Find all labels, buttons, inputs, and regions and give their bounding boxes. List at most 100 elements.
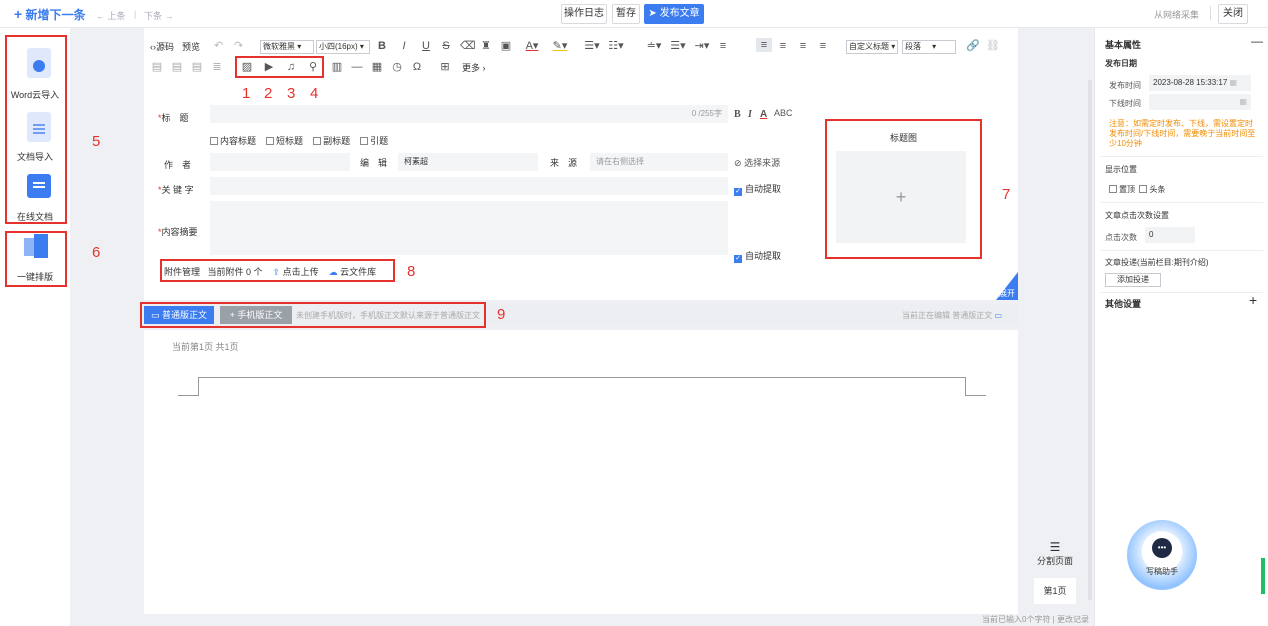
special-char-icon[interactable]: Ω: [410, 60, 424, 74]
keyword-label: *关 键 字: [158, 185, 194, 195]
scroll-indicator[interactable]: [1261, 558, 1265, 594]
click-settings-label: 文章点击次数设置: [1105, 211, 1169, 220]
annotation-box-7: [825, 119, 982, 259]
template-icon[interactable]: ▥: [330, 60, 344, 74]
title-options: 内容标题 短标题 副标题 引题: [210, 134, 388, 147]
clipboard-icon[interactable]: ▣: [500, 39, 512, 53]
font-size-select[interactable]: 小四(16px) ▾: [316, 40, 370, 54]
indent-icon[interactable]: ⇥▾: [692, 39, 712, 53]
table-icon[interactable]: ⊞: [438, 60, 452, 74]
publish-time-input[interactable]: 2023-08-28 15:33:17 ▦: [1149, 75, 1251, 91]
ordered-list-icon[interactable]: ☰▾: [582, 39, 602, 53]
redo-icon[interactable]: ↷: [234, 39, 243, 53]
expand-plus-icon[interactable]: +: [1249, 292, 1257, 308]
line-height-icon[interactable]: ≐▾: [644, 39, 664, 53]
annotation-box-1-4: [235, 56, 324, 78]
undo-icon[interactable]: ↶: [214, 39, 223, 53]
calendar-icon: ▦: [1229, 78, 1238, 87]
strikethrough-icon[interactable]: S: [440, 39, 452, 53]
bold-icon[interactable]: B: [376, 39, 388, 53]
paragraph-select[interactable]: 段落 ▾: [902, 40, 956, 54]
title-italic-icon[interactable]: I: [748, 108, 752, 122]
new-next-button[interactable]: + 新增下一条: [14, 6, 86, 23]
annotation-7: 7: [1002, 186, 1011, 203]
link-icon[interactable]: 🔗: [966, 39, 980, 53]
source-input[interactable]: 请在右侧选择: [590, 153, 728, 171]
divider: |: [134, 9, 137, 19]
web-collect-link[interactable]: 从网络采集: [1154, 8, 1199, 21]
spellcheck-icon[interactable]: ABC: [774, 106, 793, 120]
expand-label[interactable]: 展开: [999, 288, 1015, 299]
click-count-input[interactable]: 0: [1145, 227, 1195, 243]
title-color-icon[interactable]: A: [760, 108, 767, 122]
next-button[interactable]: 下条 →: [144, 9, 174, 22]
annotation-6: 6: [92, 244, 101, 261]
collapse-icon[interactable]: —: [1251, 34, 1263, 48]
author-label: 作 者: [164, 160, 192, 170]
divider: [1210, 6, 1211, 20]
unlink-icon[interactable]: ⛓: [986, 39, 1000, 53]
lead-title-checkbox[interactable]: 引题: [360, 136, 388, 146]
underline-icon[interactable]: U: [420, 39, 432, 53]
main-scrollbar[interactable]: [1088, 80, 1092, 600]
unordered-list-icon[interactable]: ☷▾: [606, 39, 626, 53]
title-bold-icon[interactable]: B: [734, 108, 741, 122]
headline-checkbox[interactable]: 头条: [1139, 185, 1165, 194]
outdent-icon[interactable]: ≡: [716, 39, 730, 53]
other-settings-title: 其他设置: [1105, 299, 1142, 309]
keyword-auto-extract-checkbox[interactable]: ✓ 自动提取: [734, 182, 781, 196]
align-left-icon[interactable]: ≡: [756, 38, 772, 52]
justify-icon[interactable]: ≡: [816, 39, 830, 53]
subtitle-checkbox[interactable]: 副标题: [313, 136, 350, 146]
page-1-button[interactable]: 第1页: [1034, 578, 1076, 604]
add-deliver-button[interactable]: 添加投递: [1105, 273, 1161, 287]
format-painter-icon[interactable]: ♜: [480, 39, 492, 53]
highlight-icon[interactable]: ✎▾: [550, 39, 570, 53]
float-left-icon[interactable]: ▤: [150, 60, 164, 74]
split-page-button[interactable]: ☰ 分割页面: [1034, 540, 1076, 567]
annotation-box-5: [5, 35, 67, 224]
title-input[interactable]: 0 /255字: [210, 105, 728, 123]
italic-icon[interactable]: I: [398, 39, 410, 53]
time-icon[interactable]: ◷: [390, 60, 404, 74]
summary-auto-extract-checkbox[interactable]: ✓ 自动提取: [734, 249, 781, 263]
save-draft-button[interactable]: 暂存: [612, 4, 640, 24]
content-title-checkbox[interactable]: 内容标题: [210, 136, 256, 146]
short-title-checkbox[interactable]: 短标题: [266, 136, 303, 146]
author-input[interactable]: [210, 153, 350, 171]
click-count-label: 点击次数: [1105, 233, 1137, 242]
properties-panel: 基本属性 — 发布日期 发布时间 2023-08-28 15:33:17 ▦ 下…: [1094, 28, 1268, 626]
writing-assistant-button[interactable]: ••• 写稿助手: [1127, 520, 1197, 590]
prev-button[interactable]: ← 上条: [96, 9, 126, 22]
align-right-icon[interactable]: ≡: [796, 39, 810, 53]
horizontal-rule-icon[interactable]: —: [350, 60, 364, 74]
pin-top-checkbox[interactable]: 置顶: [1109, 185, 1135, 194]
body-editor[interactable]: 当前第1页 共1页: [144, 330, 1018, 614]
choose-source-button[interactable]: ⊘ 选择来源: [734, 156, 780, 169]
preview-button[interactable]: 预览: [182, 40, 200, 54]
summary-textarea[interactable]: [210, 201, 728, 255]
float-none-icon[interactable]: ▤: [170, 60, 184, 74]
keyword-input[interactable]: [210, 177, 728, 195]
date-icon[interactable]: ▦: [370, 60, 384, 74]
calendar-icon: ▦: [1239, 97, 1247, 106]
editor-input[interactable]: 柯素超: [398, 153, 538, 171]
offline-time-label: 下线时间: [1109, 99, 1141, 108]
more-button[interactable]: 更多 ›: [462, 61, 486, 75]
custom-title-select[interactable]: 自定义标题 ▾: [846, 40, 898, 54]
block-icon: ⊘: [734, 158, 742, 168]
check-icon: ✓: [734, 188, 742, 196]
float-center-icon[interactable]: ≣: [210, 60, 224, 74]
float-right-icon[interactable]: ▤: [190, 60, 204, 74]
annotation-2: 2: [264, 85, 273, 102]
align-center-icon[interactable]: ≡: [776, 39, 790, 53]
paragraph-spacing-icon[interactable]: ☰▾: [668, 39, 688, 53]
operation-log-button[interactable]: 操作日志: [561, 4, 607, 24]
close-button[interactable]: 关闭: [1218, 4, 1248, 24]
publish-button[interactable]: ➤ 发布文章: [644, 4, 704, 24]
eraser-icon[interactable]: ⌫: [460, 39, 476, 53]
offline-time-input[interactable]: ▦: [1149, 94, 1251, 110]
font-color-icon[interactable]: A▾: [522, 39, 542, 53]
font-family-select[interactable]: 微软雅黑 ▾: [260, 40, 314, 54]
source-code-button[interactable]: ‹›源码: [150, 40, 174, 54]
